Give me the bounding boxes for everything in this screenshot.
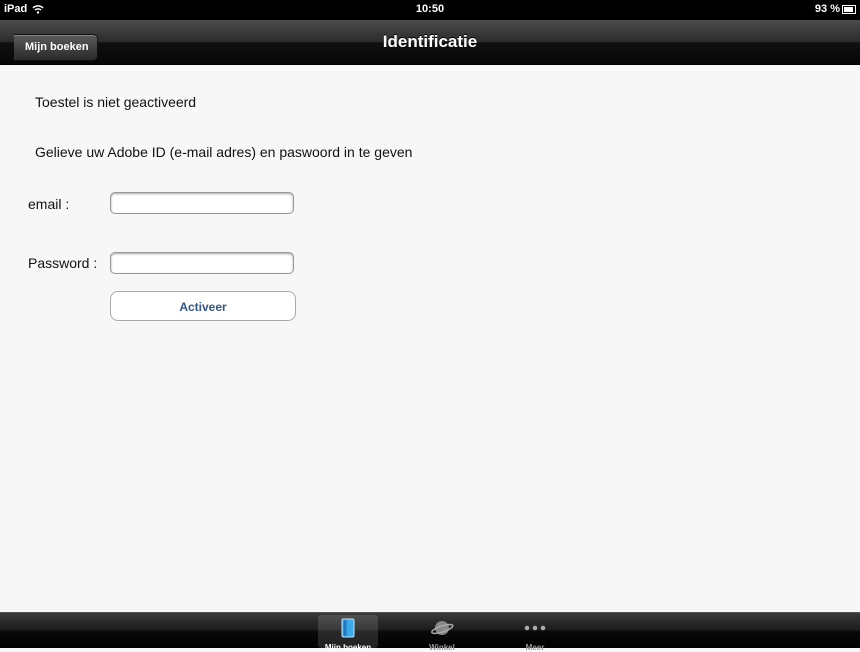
tab-more-label: Meer (525, 643, 545, 652)
tab-my-books-label: Mijn boeken (324, 643, 372, 652)
back-button-label: Mijn boeken (25, 41, 89, 53)
not-activated-message: Toestel is niet geactiveerd (35, 94, 197, 110)
planet-icon (431, 621, 454, 635)
more-dots-icon (524, 625, 546, 631)
email-field[interactable] (110, 192, 294, 214)
tab-bar: Mijn boeken Winkel Meer (0, 612, 860, 652)
status-right: 93 % (815, 3, 856, 15)
password-field[interactable] (110, 252, 294, 274)
battery-icon (842, 4, 856, 14)
instructions-message: Gelieve uw Adobe ID (e-mail adres) en pa… (35, 144, 413, 160)
navigation-bar: Identificatie Mijn boeken (0, 20, 860, 65)
tab-my-books[interactable]: Mijn boeken (318, 615, 378, 652)
back-button[interactable]: Mijn boeken (14, 34, 98, 61)
battery-percent: 93 % (814, 3, 840, 15)
tab-store-label: Winkel (429, 643, 455, 652)
book-icon (341, 618, 355, 638)
password-label: Password : (28, 255, 98, 271)
tab-store[interactable]: Winkel (412, 615, 472, 652)
activate-button[interactable]: Activeer (110, 291, 296, 321)
email-label: email : (28, 196, 70, 212)
tab-more[interactable]: Meer (505, 615, 565, 652)
status-time: 10:50 (415, 3, 445, 15)
page-title: Identificatie (382, 32, 478, 51)
status-bar: iPad 10:50 93 % (0, 0, 860, 20)
